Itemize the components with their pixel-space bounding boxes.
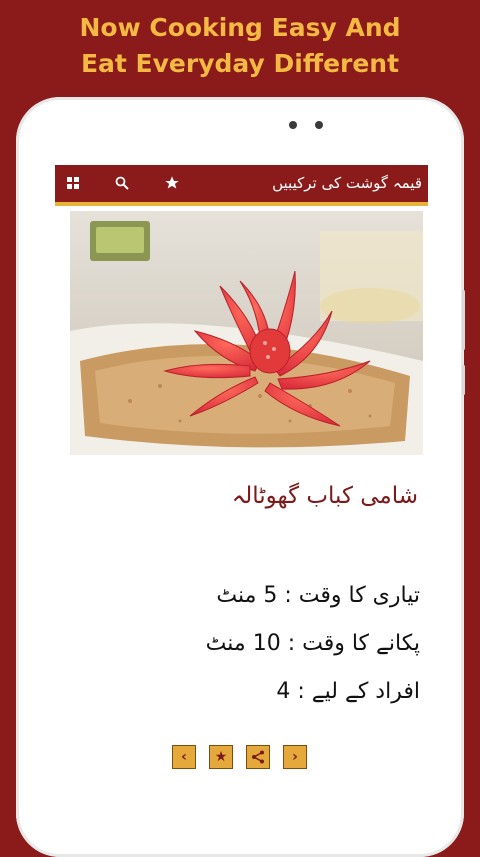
app-toolbar: قیمہ گوشت کی ترکیبیں	[55, 165, 428, 202]
tablet-side-button	[462, 365, 465, 395]
chevron-right-icon: ›	[292, 749, 298, 765]
share-icon	[252, 750, 264, 764]
prep-time: تیاری کا وقت : 5 منٹ	[216, 583, 420, 608]
next-recipe-button[interactable]: ›	[283, 745, 307, 769]
grid-icon[interactable]	[63, 165, 83, 202]
servings: افراد کے لیے : 4	[276, 679, 420, 704]
camera-dot-icon	[315, 121, 323, 129]
recipe-title: شامی کباب گھوٹالہ	[231, 483, 418, 509]
prev-recipe-button[interactable]: ‹	[172, 745, 196, 769]
promo-line-1: Now Cooking Easy And	[79, 13, 401, 42]
star-icon[interactable]	[160, 165, 184, 202]
recipe-photo	[70, 211, 423, 455]
favorite-button[interactable]: ★	[209, 745, 233, 769]
camera-dot-icon	[289, 121, 297, 129]
toolbar-accent-divider	[55, 202, 428, 206]
app-screen: قیمہ گوشت کی ترکیبیں شامی کباب گھوٹالہ ت…	[55, 165, 428, 820]
promo-line-2: Eat Everyday Different	[80, 49, 400, 78]
app-title: قیمہ گوشت کی ترکیبیں	[272, 174, 422, 192]
tablet-side-button	[462, 290, 465, 350]
share-button[interactable]: <	[246, 745, 270, 769]
promo-headline: Now Cooking Easy And Eat Everyday Differ…	[0, 10, 480, 82]
search-icon[interactable]	[110, 165, 134, 202]
chevron-left-icon: ‹	[181, 749, 187, 765]
cook-time: پکانے کا وقت : 10 منٹ	[205, 631, 420, 656]
star-icon: ★	[214, 749, 228, 765]
